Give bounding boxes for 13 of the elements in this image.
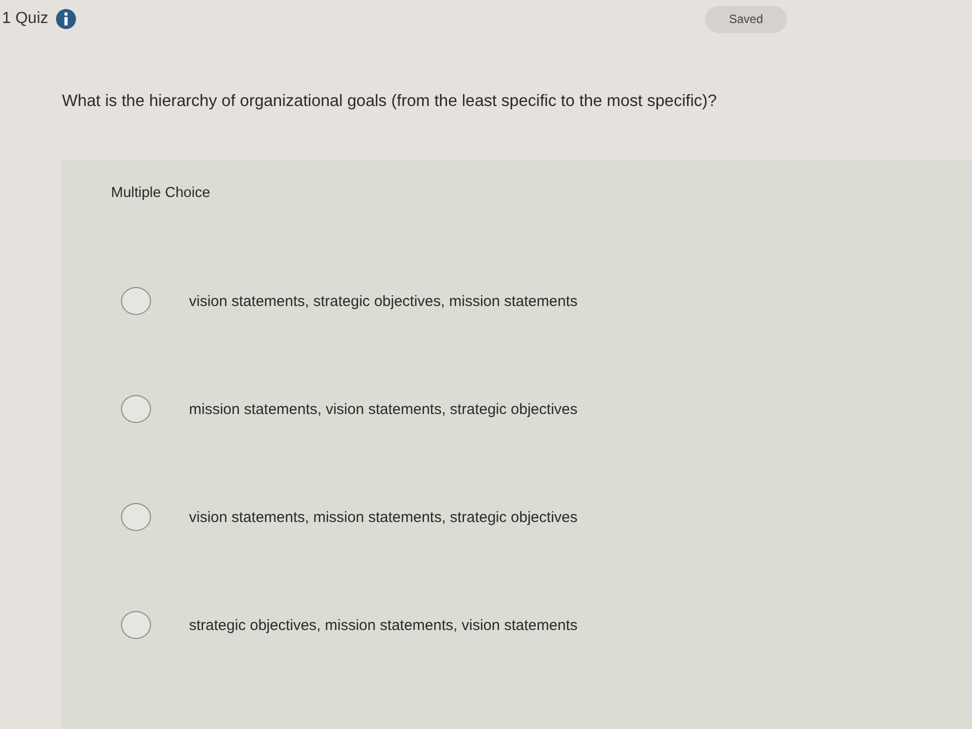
answer-option-text[interactable]: strategic objectives, mission statements, vision statements: [189, 616, 578, 634]
question-type-label: Multiple Choice: [111, 184, 210, 202]
radio-button[interactable]: [121, 287, 151, 315]
radio-button[interactable]: [121, 611, 151, 639]
info-icon[interactable]: [56, 9, 76, 29]
saved-status: Saved: [705, 6, 787, 32]
question-text: What is the hierarchy of organizational goals (from the least specific to the most specific)?: [62, 91, 718, 112]
answer-option-text[interactable]: vision statements, mission statements, strategic objectives: [189, 508, 578, 526]
quiz-title: 1 Quiz: [2, 10, 48, 28]
answer-option-text[interactable]: mission statements, vision statements, strategic objectives: [189, 400, 578, 418]
radio-button[interactable]: [121, 503, 151, 531]
answer-option-text[interactable]: vision statements, strategic objectives, mission statements: [189, 292, 578, 310]
radio-button[interactable]: [121, 395, 151, 423]
